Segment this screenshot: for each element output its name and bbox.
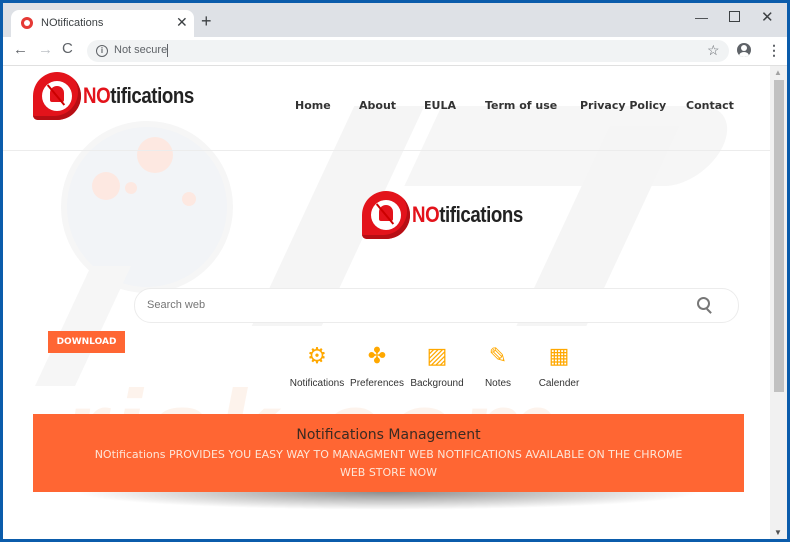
nav-term-of-use[interactable]: Term of use bbox=[485, 99, 557, 112]
nav-about[interactable]: About bbox=[359, 99, 396, 112]
tab-strip: NOtifications ✕ + — ✕ bbox=[3, 3, 787, 37]
scroll-down-arrow-icon[interactable]: ▼ bbox=[774, 528, 782, 537]
security-label: Not secure bbox=[114, 44, 168, 56]
scroll-thumb[interactable] bbox=[774, 80, 784, 392]
logo-bell-badge-icon bbox=[362, 191, 410, 239]
bookmark-star-icon[interactable]: ☆ bbox=[707, 42, 720, 59]
maximize-button[interactable] bbox=[729, 11, 740, 22]
nav-home[interactable]: Home bbox=[295, 99, 331, 112]
address-bar[interactable]: i Not secure ☆ bbox=[87, 40, 729, 62]
logo-bell-badge-icon bbox=[33, 72, 81, 120]
search-input[interactable] bbox=[147, 299, 647, 311]
minimize-button[interactable]: — bbox=[695, 10, 708, 25]
notes-icon: ✎ bbox=[488, 343, 508, 368]
text-cursor bbox=[167, 44, 168, 57]
download-button[interactable]: DOWNLOAD bbox=[48, 331, 125, 353]
center-logo: NOtifications bbox=[362, 191, 542, 239]
favicon-icon bbox=[21, 17, 33, 29]
scroll-up-arrow-icon[interactable]: ▲ bbox=[774, 68, 782, 77]
info-icon[interactable]: i bbox=[96, 45, 108, 57]
close-window-button[interactable]: ✕ bbox=[761, 8, 774, 26]
tab-close-icon[interactable]: ✕ bbox=[176, 14, 188, 30]
web-page: risk.com NOtifications Home About EULA T… bbox=[3, 66, 770, 539]
back-button[interactable]: ← bbox=[13, 41, 28, 58]
reload-button[interactable]: C bbox=[62, 40, 73, 57]
banner-title: Notifications Management bbox=[296, 427, 481, 443]
feature-label: Background bbox=[410, 378, 464, 389]
logo-text: NOtifications bbox=[83, 83, 194, 108]
feature-calender[interactable]: ▦ Calender bbox=[524, 343, 594, 390]
site-header: NOtifications Home About EULA Term of us… bbox=[3, 66, 770, 151]
feature-label: Calender bbox=[538, 378, 580, 389]
banner-text: NOtifications PROVIDES YOU EASY WAY TO M… bbox=[94, 448, 683, 479]
new-tab-button[interactable]: + bbox=[201, 12, 212, 30]
search-bar bbox=[134, 288, 739, 323]
feature-notes[interactable]: ✎ Notes bbox=[463, 343, 533, 390]
nav-privacy-policy[interactable]: Privacy Policy bbox=[580, 99, 666, 112]
image-icon: ▨ bbox=[426, 343, 448, 368]
forward-button[interactable]: → bbox=[38, 41, 53, 58]
site-logo[interactable]: NOtifications bbox=[33, 72, 213, 120]
feature-label: Notes bbox=[484, 378, 512, 389]
search-icon[interactable] bbox=[697, 297, 710, 310]
nav-eula[interactable]: EULA bbox=[424, 99, 456, 112]
browser-toolbar: ← → C i Not secure ☆ ⋮ bbox=[3, 37, 787, 66]
tab-title: NOtifications bbox=[41, 17, 104, 29]
account-icon[interactable] bbox=[737, 43, 751, 57]
feature-background[interactable]: ▨ Background bbox=[402, 343, 472, 390]
menu-icon[interactable]: ⋮ bbox=[767, 42, 781, 58]
logo-text: NOtifications bbox=[412, 202, 523, 227]
calendar-icon: ▦ bbox=[548, 343, 570, 368]
nav-contact[interactable]: Contact bbox=[686, 99, 734, 112]
promo-banner: Notifications Management NOtifications P… bbox=[33, 414, 744, 492]
tab-notifications[interactable]: NOtifications ✕ bbox=[11, 10, 194, 37]
vertical-scrollbar[interactable]: ▲ ▼ bbox=[770, 66, 787, 539]
browser-window: NOtifications ✕ + — ✕ ← → C i Not secure… bbox=[3, 3, 787, 539]
banner-shadow bbox=[73, 492, 703, 510]
